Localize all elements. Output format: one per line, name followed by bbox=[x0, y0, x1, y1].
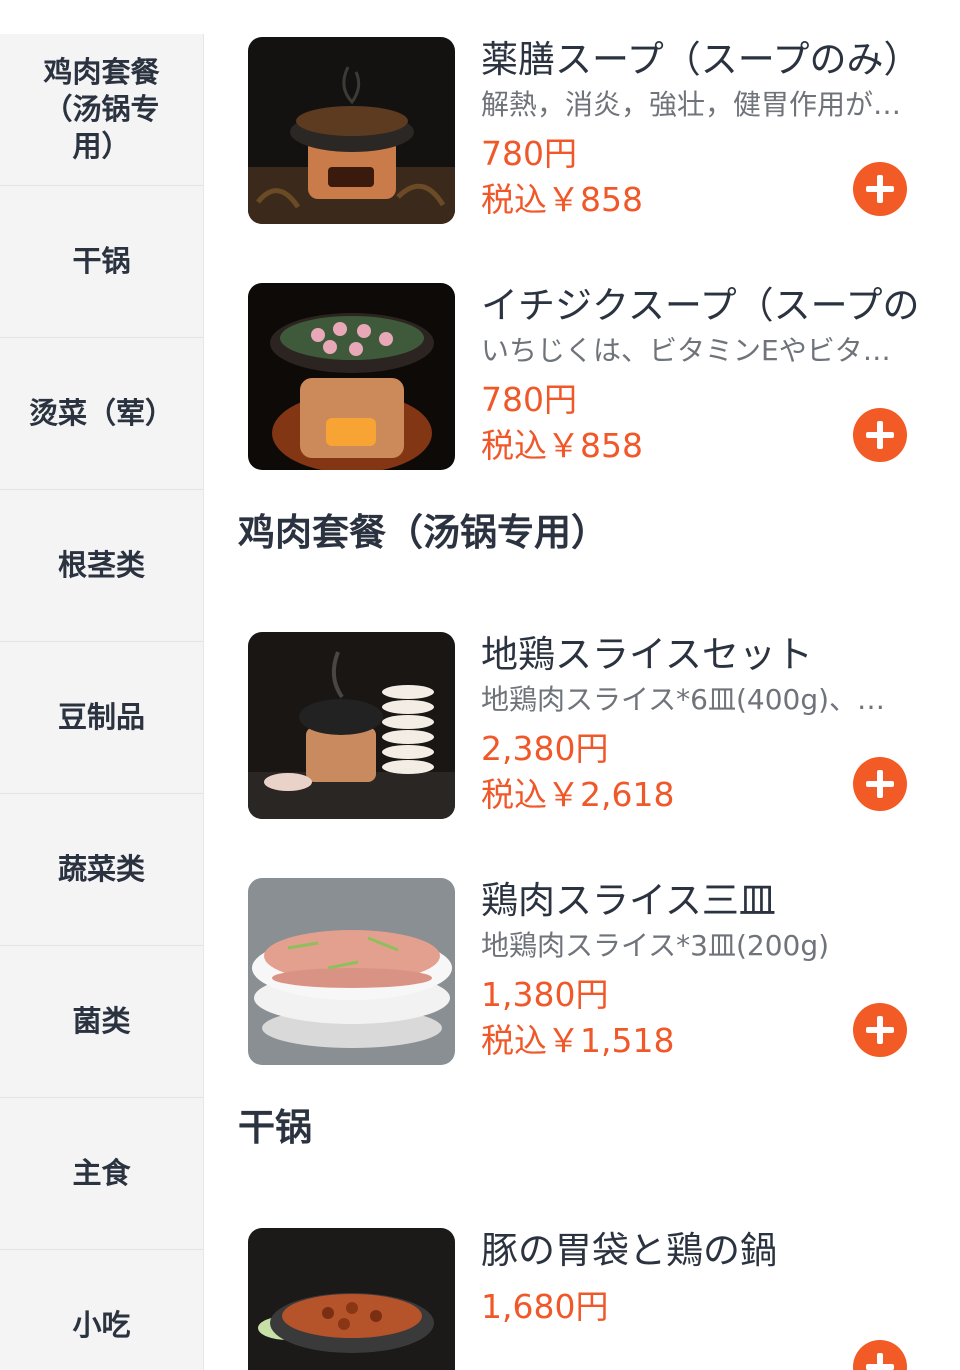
section-header-chicken-set: 鸡肉套餐（汤锅专用） bbox=[238, 511, 608, 554]
item-photo bbox=[248, 632, 455, 819]
menu-list: 薬膳スープ（スープのみ） 解熱，消炎，強壮，健胃作用があります 780円 税込￥… bbox=[204, 0, 960, 1370]
item-price: 2,380円 bbox=[481, 729, 609, 768]
sidebar-item-label: 主食 bbox=[72, 1156, 131, 1190]
menu-item[interactable]: 地鶏スライスセット 地鶏肉スライス*6皿(400g)、薬膳スープ 2,380円 … bbox=[248, 632, 948, 822]
add-to-cart-button[interactable] bbox=[853, 757, 907, 811]
sidebar-item-tofu[interactable]: 豆制品 bbox=[0, 642, 203, 794]
item-price: 1,680円 bbox=[481, 1287, 609, 1326]
sidebar-item-label: 鸡肉套餐（汤锅专用） bbox=[43, 55, 160, 163]
item-price: 780円 bbox=[481, 134, 577, 173]
item-description: 解熱，消炎，強壮，健胃作用があります bbox=[481, 88, 903, 121]
sidebar-item-root-vegetables[interactable]: 根茎类 bbox=[0, 490, 203, 642]
item-description: いちじくは、ビタミンEやビタミンKを含みます bbox=[481, 334, 903, 367]
sidebar-item-label: 干锅 bbox=[72, 244, 131, 278]
menu-item[interactable]: 豚の胃袋と鶏の鍋 1,680円 bbox=[248, 1228, 948, 1370]
sidebar-item-staple[interactable]: 主食 bbox=[0, 1098, 203, 1250]
sidebar-item-label: 豆制品 bbox=[57, 700, 145, 734]
item-name: 豚の胃袋と鶏の鍋 bbox=[481, 1229, 777, 1272]
sidebar-item-label: 蔬菜类 bbox=[57, 852, 145, 886]
add-to-cart-button[interactable] bbox=[853, 1340, 907, 1370]
section-header-dry-pot: 干锅 bbox=[238, 1106, 312, 1149]
item-description: 地鶏肉スライス*6皿(400g)、薬膳スープ bbox=[481, 683, 903, 716]
item-photo bbox=[248, 878, 455, 1065]
sidebar-item-chicken-set[interactable]: 鸡肉套餐（汤锅专用） bbox=[0, 34, 203, 186]
sidebar-item-label: 根茎类 bbox=[57, 548, 145, 582]
item-name: イチジクスープ（スープのみ） bbox=[481, 284, 921, 327]
sidebar-item-vegetables[interactable]: 蔬菜类 bbox=[0, 794, 203, 946]
add-to-cart-button[interactable] bbox=[853, 408, 907, 462]
menu-item[interactable]: 薬膳スープ（スープのみ） 解熱，消炎，強壮，健胃作用があります 780円 税込￥… bbox=[248, 37, 948, 227]
add-to-cart-button[interactable] bbox=[853, 162, 907, 216]
item-name: 鶏肉スライス三皿 bbox=[481, 879, 776, 922]
sidebar-item-label: 小吃 bbox=[72, 1308, 131, 1342]
sidebar-item-dry-pot[interactable]: 干锅 bbox=[0, 186, 203, 338]
item-price: 1,380円 bbox=[481, 975, 609, 1014]
item-photo bbox=[248, 283, 455, 470]
item-price: 780円 bbox=[481, 380, 577, 419]
item-name: 薬膳スープ（スープのみ） bbox=[481, 38, 921, 81]
item-description: 地鶏肉スライス*3皿(200g) bbox=[481, 929, 830, 962]
sidebar-item-label: 烫菜（荤） bbox=[28, 396, 174, 430]
sidebar-item-label: 菌类 bbox=[72, 1004, 131, 1038]
sidebar-item-mushrooms[interactable]: 菌类 bbox=[0, 946, 203, 1098]
sidebar-item-meat[interactable]: 烫菜（荤） bbox=[0, 338, 203, 490]
item-photo bbox=[248, 1228, 455, 1370]
category-sidebar: 鸡肉套餐（汤锅专用） 干锅 烫菜（荤） 根茎类 豆制品 蔬菜类 菌类 主食 小吃 bbox=[0, 34, 204, 1370]
menu-item[interactable]: 鶏肉スライス三皿 地鶏肉スライス*3皿(200g) 1,380円 税込￥1,51… bbox=[248, 878, 948, 1068]
sidebar-item-snacks[interactable]: 小吃 bbox=[0, 1250, 203, 1370]
item-photo bbox=[248, 37, 455, 224]
item-name: 地鶏スライスセット bbox=[481, 633, 813, 676]
menu-item[interactable]: イチジクスープ（スープのみ） いちじくは、ビタミンEやビタミンKを含みます 78… bbox=[248, 283, 948, 473]
add-to-cart-button[interactable] bbox=[853, 1003, 907, 1057]
